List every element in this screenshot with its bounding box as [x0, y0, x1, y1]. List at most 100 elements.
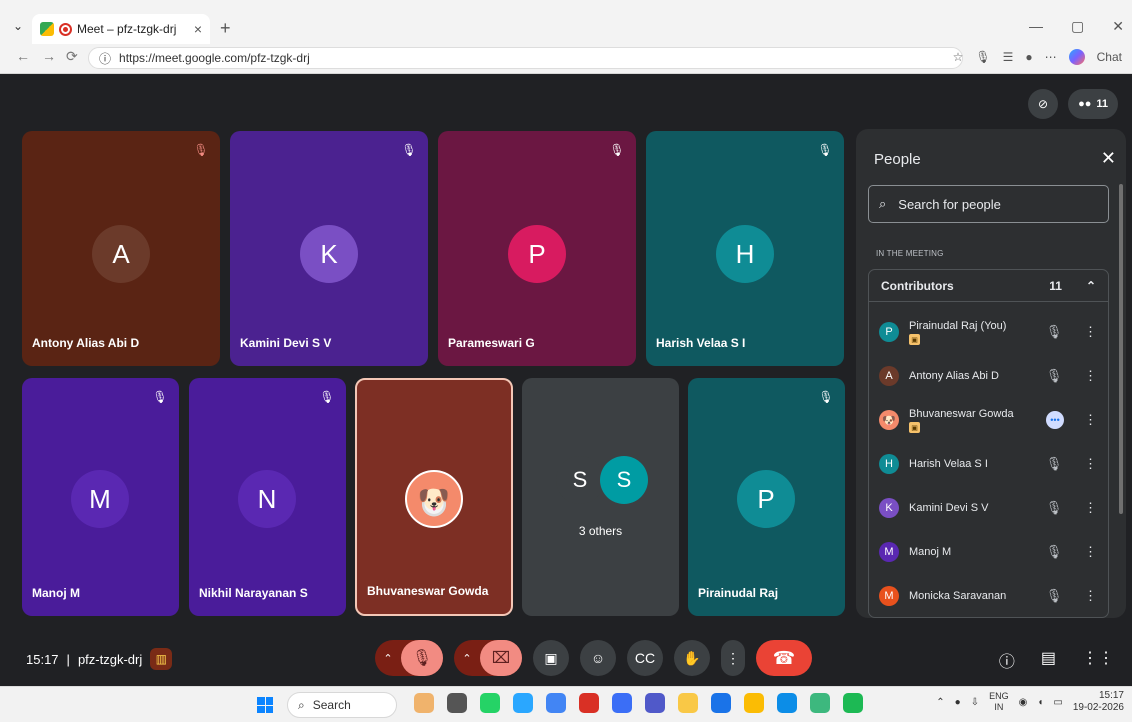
person-name-wrap: Pirainudal Raj (You) ▣ [909, 310, 1044, 354]
edge-icon[interactable] [777, 693, 797, 713]
app-icon[interactable] [546, 693, 566, 713]
no-captions-icon[interactable]: ⊘ [1028, 89, 1059, 119]
teams-icon[interactable] [645, 693, 665, 713]
hp-icon[interactable] [711, 693, 731, 713]
avatar: A [92, 225, 150, 283]
person-name-wrap: Antony Alias Abi D [909, 354, 1044, 398]
tab-list-icon[interactable]: ⌄ [8, 16, 28, 36]
favorite-icon[interactable]: ☆ [953, 50, 964, 64]
others-tile: S S 3 others [522, 378, 679, 616]
tray-expand-icon[interactable]: ⌃ [936, 697, 944, 708]
person-avatar: M [879, 586, 899, 606]
language-indicator[interactable]: ENG IN [989, 691, 1009, 713]
tab-meet[interactable]: Meet – pfz-tzgk-drj × [32, 14, 210, 44]
more-options-icon[interactable]: ⋮ [721, 640, 745, 676]
search-people-input[interactable]: ⌕ Search for people [868, 185, 1109, 223]
muted-icon: 🎙 [319, 390, 335, 404]
mcafee-icon[interactable] [579, 693, 599, 713]
person-name-wrap: Harish Velaa S I [909, 442, 1044, 486]
tile-name: Harish Velaa S I [656, 336, 746, 350]
contributors-header[interactable]: Contributors 11 ⌃ [869, 270, 1108, 302]
google-meet-icon [40, 22, 54, 36]
person-avatar: M [879, 542, 899, 562]
end-call-icon[interactable]: ☎ [756, 640, 812, 676]
spotify-icon[interactable] [843, 693, 863, 713]
app-icon[interactable] [810, 693, 830, 713]
contributors-count: 11 [1049, 278, 1062, 293]
participants-button[interactable]: ●● 11 [1068, 89, 1118, 119]
taskbar-search[interactable]: ⌕ Search [287, 692, 397, 718]
profile-icon[interactable]: ● [1025, 50, 1032, 64]
recording-icon [59, 22, 72, 36]
url-input[interactable]: ⓘ https://meet.google.com/pfz-tzgk-drj [88, 47, 963, 69]
meeting-code: pfz-tzgk-drj [77, 651, 143, 667]
camera-off-icon[interactable]: ⌧ [480, 640, 522, 676]
more-options-icon[interactable]: ⋮ [1084, 588, 1097, 604]
app-icon[interactable] [612, 693, 632, 713]
whatsapp-icon[interactable] [480, 693, 500, 713]
forward-icon[interactable]: → [42, 48, 56, 64]
favorites-list-icon[interactable]: ☰ [1003, 50, 1014, 64]
others-avatar-1: S [556, 456, 604, 504]
more-options-icon[interactable]: ⋮ [1084, 500, 1097, 516]
copilot-label[interactable]: Chat [1097, 50, 1122, 64]
video-tile: N 🎙 Nikhil Narayanan S [189, 378, 346, 616]
person-name-wrap: Monicka Saravanan [909, 574, 1044, 617]
wifi-icon[interactable]: ◉ [1019, 697, 1028, 708]
person-name-wrap: Manoj M [909, 530, 1044, 574]
activities-icon[interactable]: ⋮⋮ [1082, 648, 1114, 672]
present-icon[interactable]: ▣ [533, 640, 569, 676]
close-panel-icon[interactable]: ✕ [1101, 148, 1116, 169]
maximize-icon[interactable]: ▢ [1071, 18, 1084, 35]
emoji-icon[interactable]: ☺ [580, 640, 616, 676]
avatar: P [508, 225, 566, 283]
taskbar-clock[interactable]: 15:17 19-02-2026 [1073, 690, 1124, 714]
windows-start-icon[interactable] [257, 697, 273, 713]
window-controls: — ▢ ✕ [1029, 18, 1124, 35]
chrome-icon[interactable] [744, 693, 764, 713]
chat-icon[interactable]: ▤ [1041, 648, 1056, 672]
mic-options-icon[interactable]: ⌃ [375, 640, 401, 676]
more-options-icon[interactable]: ⋮ [1084, 412, 1097, 428]
file-explorer-icon[interactable] [678, 693, 698, 713]
close-tab-icon[interactable]: × [194, 21, 202, 37]
close-window-icon[interactable]: ✕ [1112, 18, 1124, 35]
more-options-icon[interactable]: ⋮ [1084, 456, 1097, 472]
tray-pin-icon[interactable]: ⇩ [971, 697, 979, 708]
task-view-icon[interactable] [447, 693, 467, 713]
back-icon[interactable]: ← [16, 48, 30, 64]
video-tile-active-speaker: 🐶 Bhuvaneswar Gowda [355, 378, 513, 616]
copilot-icon[interactable] [1068, 49, 1085, 65]
address-bar-row: ← → ⟳ ⓘ https://meet.google.com/pfz-tzgk… [0, 44, 1132, 74]
captions-icon[interactable]: CC [627, 640, 663, 676]
host-badge-icon: ▣ [909, 334, 920, 345]
minimize-icon[interactable]: — [1029, 18, 1043, 35]
app-icon[interactable] [414, 693, 434, 713]
meet-window: ⊘ ●● 11 A 🎙 Antony Alias Abi D K 🎙 Kamin… [10, 75, 1132, 686]
tile-name: Parameswari G [448, 336, 535, 350]
more-icon[interactable]: ⋯ [1045, 50, 1057, 64]
refresh-icon[interactable]: ⟳ [66, 48, 78, 65]
camera-options-icon[interactable]: ⌃ [454, 640, 480, 676]
info-icon[interactable]: ⓘ [999, 648, 1015, 672]
tray-app-icon[interactable]: ● [955, 697, 961, 708]
chevron-up-icon[interactable]: ⌃ [1086, 279, 1096, 293]
browser-toolbar: ☆ 🎙 ☰ ● ⋯ Chat [953, 49, 1122, 65]
person-name: Manoj M [909, 546, 952, 558]
site-info-icon[interactable]: ⓘ [99, 50, 111, 67]
microphone-icon[interactable]: 🎙 [975, 50, 990, 64]
dog-avatar-icon: 🐶 [879, 410, 899, 430]
more-options-icon[interactable]: ⋮ [1084, 544, 1097, 560]
more-options-icon[interactable]: ⋮ [1084, 324, 1097, 340]
lang-2: IN [994, 702, 1004, 712]
person-row: K Kamini Devi S V 🎙 ⋮ [869, 486, 1108, 530]
tile-name: Kamini Devi S V [240, 336, 332, 350]
volume-icon[interactable]: ◖ [1037, 697, 1043, 708]
battery-icon[interactable]: ▭ [1053, 697, 1062, 708]
new-tab-button[interactable]: + [220, 18, 231, 39]
more-options-icon[interactable]: ⋮ [1084, 368, 1097, 384]
raise-hand-icon[interactable]: ✋ [674, 640, 710, 676]
copilot-app-icon[interactable] [513, 693, 533, 713]
mic-off-icon[interactable]: 🎙 [401, 640, 443, 676]
panel-scrollbar[interactable] [1119, 184, 1123, 514]
